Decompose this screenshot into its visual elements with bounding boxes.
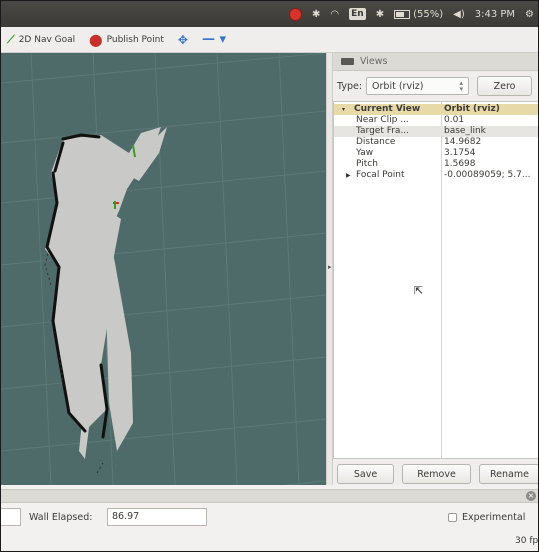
- property-name: Focal Point: [356, 170, 405, 180]
- rviz-window: ✱ ◠ En ✱ (55%) ◀) 3:43 PM ⚙ ⟋ 2D Nav Goa…: [0, 0, 539, 552]
- map-pin-icon: ⬤: [89, 32, 103, 47]
- property-row[interactable]: Near Clip ... 0.01: [334, 115, 538, 126]
- rviz-toolbar: ⟋ 2D Nav Goal ⬤ Publish Point ✥ — ▾: [1, 27, 538, 53]
- battery-indicator[interactable]: (55%): [394, 9, 443, 20]
- updown-arrows-icon: ▴ ▾: [459, 79, 464, 93]
- battery-icon: [394, 9, 411, 19]
- system-top-panel: ✱ ◠ En ✱ (55%) ◀) 3:43 PM ⚙: [1, 1, 538, 27]
- property-row[interactable]: ▶ Focal Point -0.00089059; 5.7...: [334, 170, 538, 181]
- panel-splitter[interactable]: ▸: [326, 53, 333, 485]
- property-value[interactable]: 3.1754: [444, 148, 538, 159]
- render-viewport[interactable]: [1, 53, 326, 485]
- zero-button[interactable]: Zero: [477, 76, 533, 96]
- keyboard-layout-indicator[interactable]: En: [349, 8, 366, 20]
- expand-arrow-right-icon[interactable]: ▶: [346, 170, 351, 181]
- property-name: Yaw: [356, 148, 374, 158]
- property-value: Orbit (rviz): [444, 104, 500, 114]
- indicator-red-icon[interactable]: [289, 7, 303, 21]
- tool-2d-nav-goal[interactable]: ⟋ 2D Nav Goal: [7, 33, 75, 47]
- property-name: Target Fra...: [356, 126, 410, 136]
- property-value[interactable]: base_link: [444, 126, 538, 137]
- clock[interactable]: 3:43 PM: [475, 9, 515, 20]
- tool-move-camera[interactable]: ✥: [178, 33, 188, 47]
- settings-gear-icon[interactable]: ⚙: [525, 9, 534, 20]
- view-properties-tree[interactable]: ▾ Current View Orbit (rviz) Near Clip ..…: [333, 101, 538, 459]
- minus-dropdown-icon: — ▾: [201, 32, 227, 47]
- property-name: Distance: [356, 137, 396, 147]
- tool-label: Publish Point: [106, 34, 164, 45]
- map-render: [1, 53, 326, 485]
- mouse-pointer-icon: ⇱: [414, 284, 424, 297]
- camera-icon: [341, 58, 354, 65]
- save-button[interactable]: Save: [337, 464, 395, 484]
- grid: [1, 53, 326, 485]
- property-value[interactable]: 14.9682: [444, 137, 538, 148]
- rename-button[interactable]: Rename: [478, 464, 538, 484]
- views-button-row: Save Remove Rename: [333, 463, 538, 485]
- remove-button[interactable]: Remove: [402, 464, 471, 484]
- expand-arrow-down-icon[interactable]: ▾: [342, 104, 345, 115]
- property-value[interactable]: 0.01: [444, 115, 538, 126]
- green-arrow-icon: ⟋: [7, 32, 15, 46]
- wifi-icon[interactable]: ◠: [330, 9, 339, 20]
- ros-elapsed-field[interactable]: [1, 508, 21, 526]
- collapse-arrow-icon[interactable]: ▸: [328, 263, 332, 271]
- fps-readout: 30 fp: [515, 536, 539, 546]
- property-value[interactable]: 1.5698: [444, 159, 538, 170]
- type-label: Type:: [337, 80, 363, 92]
- move-camera-icon: ✥: [177, 32, 188, 47]
- battery-percent: (55%): [413, 8, 444, 20]
- view-type-select[interactable]: Orbit (rviz) ▴ ▾: [366, 77, 470, 95]
- current-view-row[interactable]: ▾ Current View Orbit (rviz): [334, 104, 538, 115]
- property-name: Pitch: [356, 159, 378, 169]
- property-row[interactable]: Yaw 3.1754: [334, 148, 538, 159]
- property-name: Near Clip ...: [356, 115, 409, 125]
- experimental-label: Experimental: [462, 512, 526, 523]
- keyboard-layout-label: En: [349, 8, 366, 20]
- wall-elapsed-field[interactable]: 86.97: [107, 508, 207, 526]
- tool-remove-dropdown[interactable]: — ▾: [202, 32, 226, 47]
- close-icon[interactable]: ×: [526, 491, 536, 501]
- views-panel: Views Type: Orbit (rviz) ▴ ▾ Zero ▾ Curre…: [333, 53, 538, 485]
- property-row[interactable]: Target Fra... base_link: [334, 126, 538, 137]
- tool-publish-point[interactable]: ⬤ Publish Point: [89, 33, 164, 47]
- property-row[interactable]: Distance 14.9682: [334, 137, 538, 148]
- time-panel: Wall Elapsed: 86.97 Experimental: [1, 504, 538, 532]
- experimental-checkbox[interactable]: [448, 513, 457, 522]
- views-panel-header[interactable]: Views: [333, 53, 538, 71]
- view-type-row: Type: Orbit (rviz) ▴ ▾ Zero: [333, 71, 538, 101]
- type-select-value: Orbit (rviz): [372, 80, 424, 92]
- tool-label: 2D Nav Goal: [18, 34, 76, 45]
- property-value[interactable]: -0.00089059; 5.7...: [444, 170, 538, 181]
- property-row[interactable]: Pitch 1.5698: [334, 159, 538, 170]
- property-name: Current View: [354, 104, 421, 114]
- bluetooth-status-icon[interactable]: ✱: [376, 9, 384, 20]
- wall-elapsed-label: Wall Elapsed:: [29, 512, 93, 523]
- views-panel-title: Views: [360, 56, 388, 67]
- time-panel-header: ×: [1, 489, 538, 503]
- bluetooth-icon[interactable]: ✱: [312, 9, 320, 20]
- volume-icon[interactable]: ◀): [453, 9, 465, 20]
